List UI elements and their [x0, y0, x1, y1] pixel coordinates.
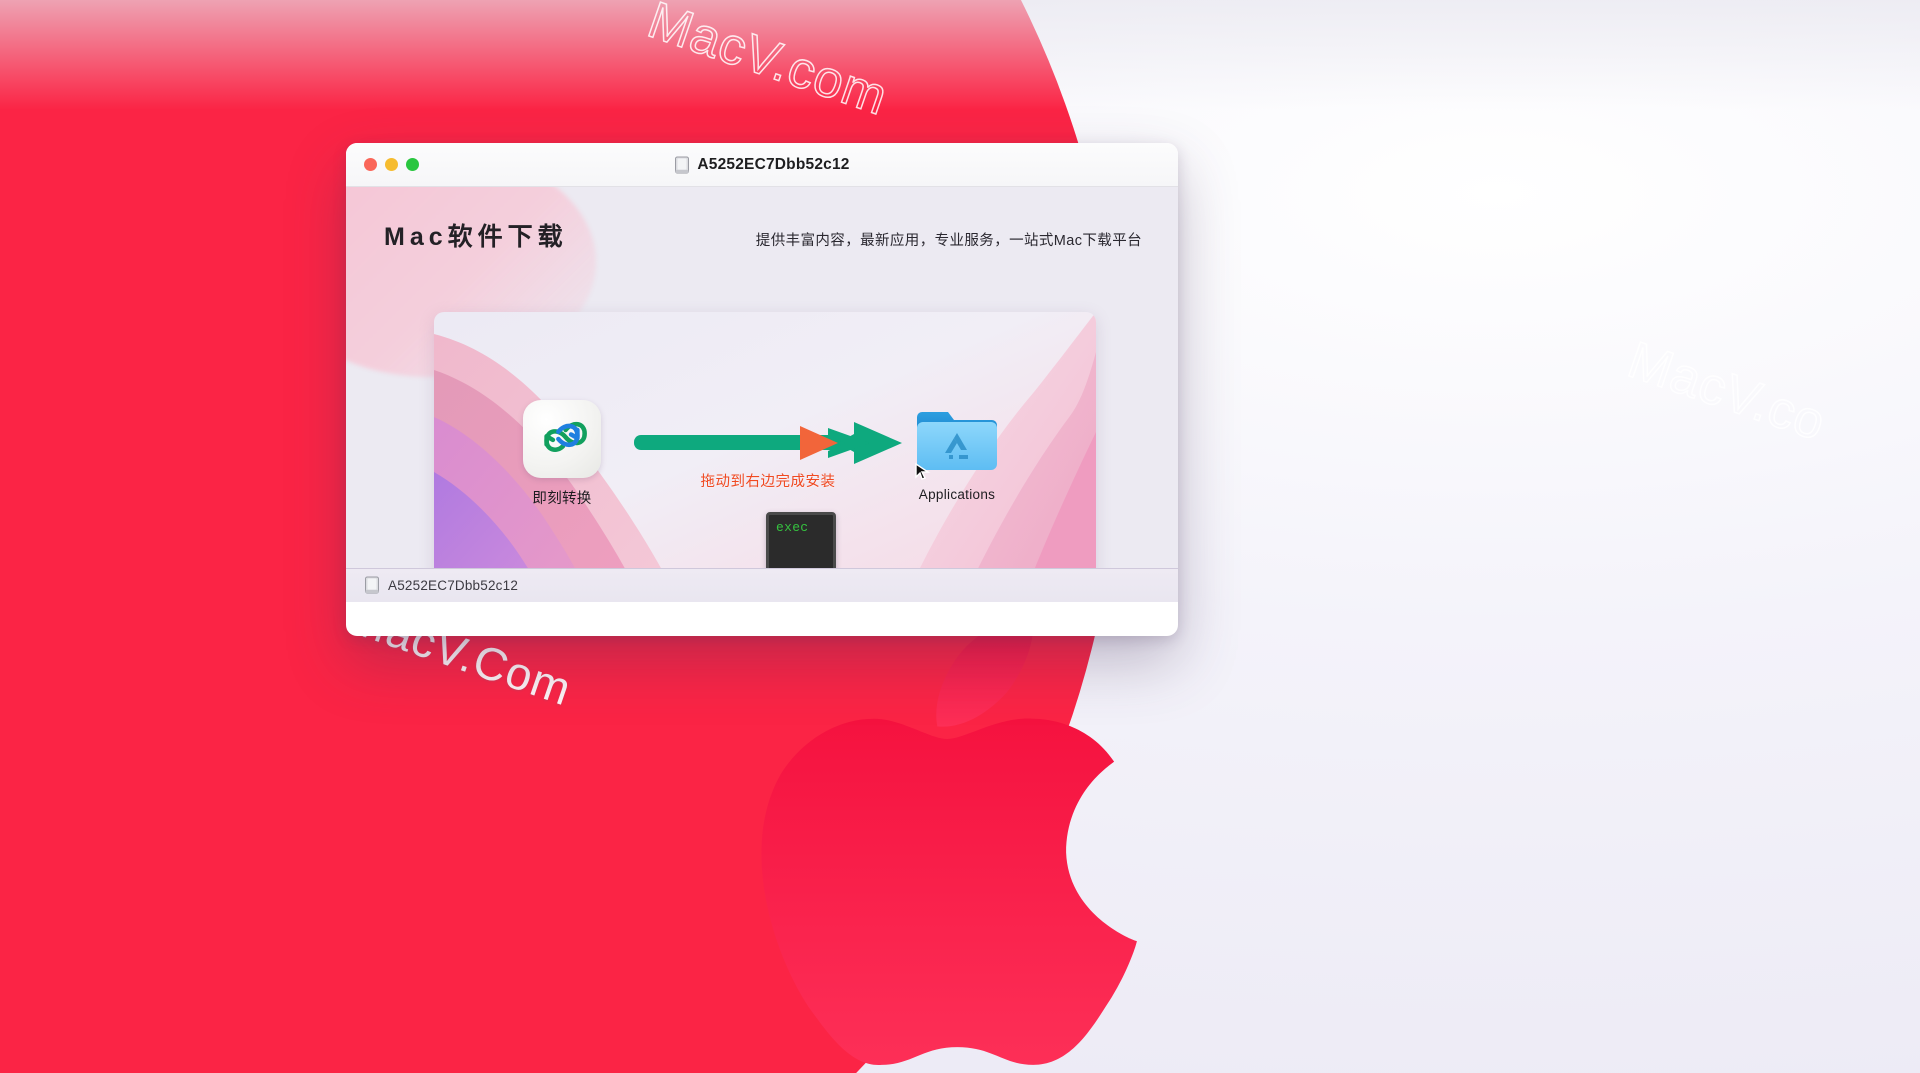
status-bar: A5252EC7Dbb52c12 — [346, 568, 1178, 602]
alias-arrow-icon — [915, 462, 931, 480]
applications-folder-wrap[interactable] — [914, 400, 1000, 480]
infinity-convert-icon — [544, 421, 587, 452]
app-icon-item[interactable]: 即刻转换 — [496, 400, 628, 508]
app-icon-label: 即刻转换 — [532, 491, 592, 507]
page-title: Mac软件下载 — [384, 223, 568, 251]
disk-icon — [675, 156, 690, 173]
dmg-install-panel: 拖动到右边完成安装 即刻转换 Applications exec — [434, 312, 1096, 602]
traffic-light-group — [364, 158, 419, 171]
minimize-button[interactable] — [385, 158, 398, 171]
window-body: Mac软件下载 提供丰富内容，最新应用，专业服务，一站式Mac下载平台 拖动到右… — [346, 187, 1178, 602]
terminal-text: exec — [776, 520, 809, 535]
close-button[interactable] — [364, 158, 377, 171]
maximize-button[interactable] — [406, 158, 419, 171]
terminal-icon[interactable]: exec — [766, 512, 836, 574]
window-title-area: A5252EC7Dbb52c12 — [346, 143, 1178, 187]
applications-folder-label: Applications — [918, 487, 996, 502]
dmg-header: Mac软件下载 提供丰富内容，最新应用，专业服务，一站式Mac下载平台 — [346, 187, 1178, 253]
drag-hint-text: 拖动到右边完成安装 — [700, 474, 836, 490]
window-title: A5252EC7Dbb52c12 — [697, 156, 850, 173]
app-icon-tile[interactable] — [523, 400, 601, 478]
window-titlebar[interactable]: A5252EC7Dbb52c12 — [346, 143, 1178, 187]
drag-arrow — [634, 422, 902, 464]
background-top-band — [0, 0, 1920, 110]
screen: MacV.com MacV.co MacV.Com A5252EC7Dbb52c… — [0, 0, 1920, 1073]
apple-logo-icon — [761, 615, 1137, 1065]
finder-window[interactable]: A5252EC7Dbb52c12 Mac软件下载 提供丰富内容，最新应用，专业服… — [346, 143, 1178, 636]
status-bar-text: A5252EC7Dbb52c12 — [388, 578, 519, 593]
page-tagline: 提供丰富内容，最新应用，专业服务，一站式Mac下载平台 — [755, 233, 1142, 249]
applications-folder-item[interactable]: Applications — [882, 400, 1032, 502]
disk-icon — [365, 576, 379, 594]
